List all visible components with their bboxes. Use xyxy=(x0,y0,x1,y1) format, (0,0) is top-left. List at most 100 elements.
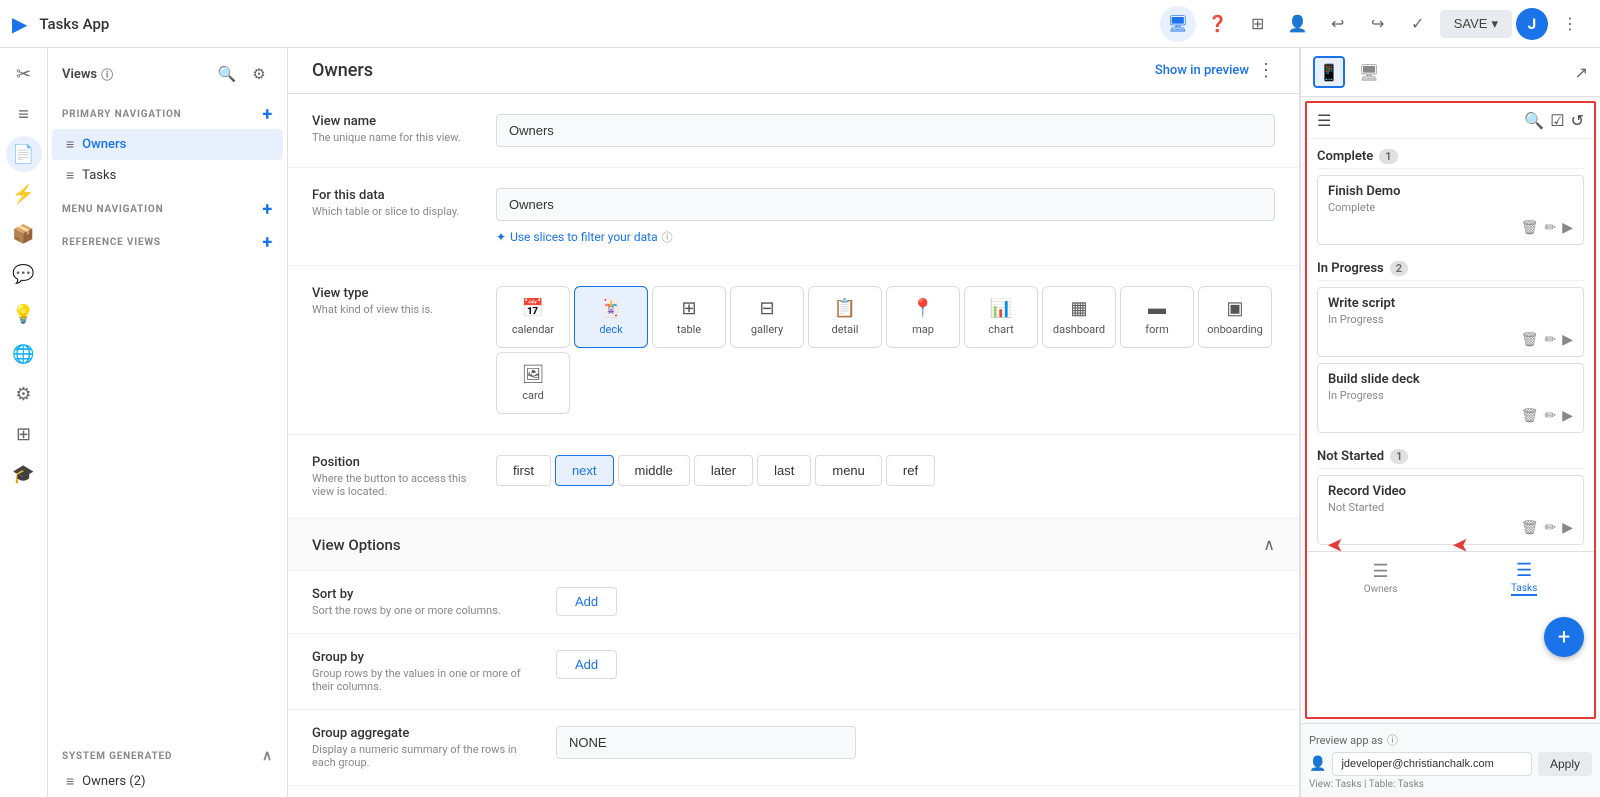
rail-bolt[interactable]: ⚡ xyxy=(6,176,42,212)
sidebar-item-tasks[interactable]: ≡ Tasks xyxy=(52,160,283,191)
view-type-detail[interactable]: 📋 detail xyxy=(808,286,882,348)
view-type-onboarding[interactable]: ▣ onboarding xyxy=(1198,286,1272,348)
group-aggregate-select[interactable]: NONE xyxy=(556,726,856,759)
pos-middle[interactable]: middle xyxy=(618,455,690,486)
sort-by-add-btn[interactable]: Add xyxy=(556,587,617,616)
for-this-data-row: For this data Which table or slice to di… xyxy=(312,188,1275,245)
preview-nav-tasks[interactable]: ☰ Tasks xyxy=(1511,560,1537,596)
rail-bulb[interactable]: 💡 xyxy=(6,296,42,332)
rail-gear[interactable]: ⚙ xyxy=(6,376,42,412)
reference-views-add-btn[interactable]: + xyxy=(262,232,273,253)
rail-globe[interactable]: 🌐 xyxy=(6,336,42,372)
card-navigate-icon-4[interactable]: ▶ xyxy=(1562,520,1573,536)
card-build-deck-actions: 🗑 ✏ ▶ xyxy=(1328,408,1573,424)
more-menu-btn[interactable]: ⋮ xyxy=(1552,6,1588,42)
view-name-input[interactable] xyxy=(496,114,1275,147)
rail-scissors[interactable]: ✂ xyxy=(6,56,42,92)
preview-search-icon[interactable]: 🔍 xyxy=(1524,111,1544,130)
card-navigate-icon[interactable]: ▶ xyxy=(1562,220,1573,236)
card-edit-icon-3[interactable]: ✏ xyxy=(1544,408,1556,424)
search-icon[interactable]: 🔍 xyxy=(213,60,241,88)
preview-group-complete-header: Complete 1 xyxy=(1317,145,1584,169)
settings-icon[interactable]: ⚙ xyxy=(245,60,273,88)
content-more-btn[interactable]: ⋮ xyxy=(1257,60,1275,81)
view-options-collapse-btn[interactable]: ∧ xyxy=(1263,535,1275,554)
preview-expand-btn[interactable]: ↗ xyxy=(1575,63,1588,82)
view-type-chart[interactable]: 📊 chart xyxy=(964,286,1038,348)
view-type-table[interactable]: ⊞ table xyxy=(652,286,726,348)
view-type-sublabel: What kind of view this is. xyxy=(312,303,472,316)
app-title: Tasks App xyxy=(39,15,1151,33)
card-edit-icon[interactable]: ✏ xyxy=(1544,220,1556,236)
view-type-map[interactable]: 📍 map xyxy=(886,286,960,348)
deck-icon: 🃏 xyxy=(600,298,622,319)
view-type-form[interactable]: ▬ form xyxy=(1120,286,1194,348)
system-generated-chevron[interactable]: ∧ xyxy=(262,748,273,764)
rail-list[interactable]: ≡ xyxy=(6,96,42,132)
pos-first[interactable]: first xyxy=(496,455,551,486)
pos-menu[interactable]: menu xyxy=(815,455,882,486)
undo-btn[interactable]: ↩ xyxy=(1320,6,1356,42)
primary-nav-add-btn[interactable]: + xyxy=(262,104,273,125)
preview-refresh-icon[interactable]: ↺ xyxy=(1571,111,1584,130)
card-edit-icon-2[interactable]: ✏ xyxy=(1544,332,1556,348)
check-btn[interactable]: ✓ xyxy=(1400,6,1436,42)
card-delete-icon-2[interactable]: 🗑 xyxy=(1521,332,1539,348)
rail-page[interactable]: 📄 xyxy=(6,136,42,172)
sidebar-item-owners-2[interactable]: ≡ Owners (2) xyxy=(52,766,283,797)
reference-views-section: REFERENCE VIEWS + xyxy=(48,224,287,257)
preview-fab-add-btn[interactable]: + xyxy=(1544,617,1584,657)
card-delete-icon-3[interactable]: 🗑 xyxy=(1521,408,1539,424)
for-this-data-select[interactable]: Owners xyxy=(496,188,1275,221)
sparkle-icon: ✦ xyxy=(496,230,506,244)
preview-panel: 📱 🖥 ↗ ☰ 🔍 ☑ ↺ Complete 1 Finish Dem xyxy=(1300,48,1600,797)
grid-icon-btn[interactable]: ⊞ xyxy=(1240,6,1276,42)
save-dropdown-icon: ▾ xyxy=(1491,16,1498,32)
rail-box[interactable]: 📦 xyxy=(6,216,42,252)
desktop-preview-tab[interactable]: 🖥 xyxy=(1353,56,1385,88)
group-by-add-btn[interactable]: Add xyxy=(556,650,617,679)
show-in-preview-btn[interactable]: Show in preview xyxy=(1155,63,1249,78)
person-icon-btn[interactable]: 👤 xyxy=(1280,6,1316,42)
card-delete-icon[interactable]: 🗑 xyxy=(1521,220,1539,236)
preview-menu-icon[interactable]: ☰ xyxy=(1317,111,1331,130)
rail-cap[interactable]: 🎓 xyxy=(6,456,42,492)
pos-ref[interactable]: ref xyxy=(886,455,935,486)
help-icon-btn[interactable]: ❓ xyxy=(1200,6,1236,42)
card-edit-icon-4[interactable]: ✏ xyxy=(1544,520,1556,536)
mobile-preview-tab[interactable]: 📱 xyxy=(1313,56,1345,88)
preview-apply-btn[interactable]: Apply xyxy=(1538,752,1592,776)
rail-chat[interactable]: 💬 xyxy=(6,256,42,292)
preview-check-icon[interactable]: ☑ xyxy=(1550,111,1564,130)
view-type-deck[interactable]: 🃏 deck xyxy=(574,286,648,348)
menu-nav-section: MENU NAVIGATION + xyxy=(48,191,287,224)
card-navigate-icon-2[interactable]: ▶ xyxy=(1562,332,1573,348)
position-buttons: first next middle later last menu ref xyxy=(496,455,1275,486)
monitor-icon-btn[interactable]: 🖥 xyxy=(1160,6,1196,42)
preview-bottom-nav: ☰ Owners ☰ Tasks xyxy=(1307,551,1594,600)
sidebar-item-owners[interactable]: ≡ Owners xyxy=(52,129,283,160)
save-button[interactable]: SAVE ▾ xyxy=(1440,10,1512,38)
tasks-icon: ≡ xyxy=(66,167,74,184)
view-type-calendar[interactable]: 📅 calendar xyxy=(496,286,570,348)
slice-link[interactable]: ✦ Use slices to filter your data ⓘ xyxy=(496,229,1275,245)
preview-as-email-input[interactable] xyxy=(1332,752,1532,776)
view-type-dashboard[interactable]: ▦ dashboard xyxy=(1042,286,1116,348)
chart-icon: 📊 xyxy=(990,298,1012,319)
redo-btn[interactable]: ↪ xyxy=(1360,6,1396,42)
pos-next[interactable]: next xyxy=(555,455,614,486)
preview-nav-owners[interactable]: ☰ Owners xyxy=(1364,561,1398,595)
card-delete-icon-4[interactable]: 🗑 xyxy=(1521,520,1539,536)
pos-later[interactable]: later xyxy=(694,455,753,486)
view-options-header: View Options ∧ xyxy=(288,519,1299,571)
owners2-icon: ≡ xyxy=(66,773,74,790)
view-type-gallery[interactable]: ⊟ gallery xyxy=(730,286,804,348)
not-started-group-label: Not Started xyxy=(1317,449,1384,464)
rail-grid[interactable]: ⊞ xyxy=(6,416,42,452)
for-this-data-sublabel: Which table or slice to display. xyxy=(312,205,472,218)
card-navigate-icon-3[interactable]: ▶ xyxy=(1562,408,1573,424)
pos-last[interactable]: last xyxy=(757,455,811,486)
preview-as-input-row: 👤 Apply xyxy=(1309,752,1592,776)
view-type-card[interactable]: 🖼 card xyxy=(496,352,570,414)
menu-nav-add-btn[interactable]: + xyxy=(262,199,273,220)
